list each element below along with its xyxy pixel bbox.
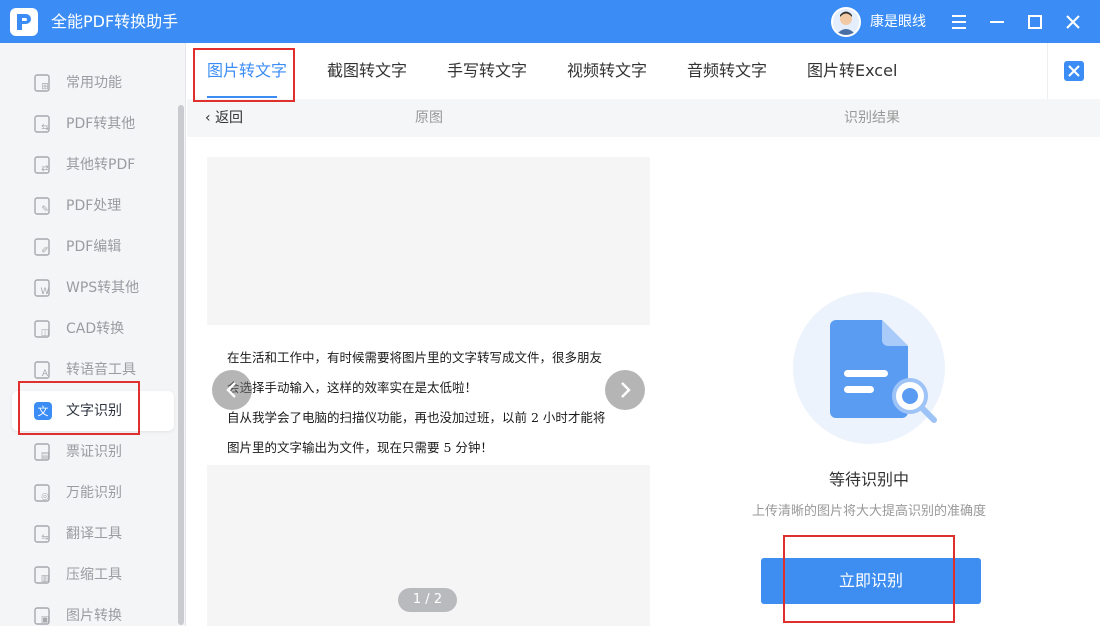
- other-to-pdf-icon: ⇄: [33, 155, 53, 175]
- username[interactable]: 康是眼线: [870, 13, 926, 31]
- original-text-line: 在生活和工作中，有时候需要将图片里的文字转写成文件，很多朋友: [227, 350, 603, 365]
- tab-audio-to-text[interactable]: 音频转文字: [687, 59, 767, 83]
- next-image-button[interactable]: [605, 370, 645, 410]
- sidebar-item-label: 常用功能: [66, 75, 122, 91]
- svg-text:✎: ✎: [41, 205, 49, 215]
- svg-text:⇄: ⇄: [41, 164, 49, 174]
- text-to-speech-icon: A: [33, 360, 53, 380]
- sidebar-item-label: 其他转PDF: [66, 157, 136, 173]
- highlight-box: [18, 381, 140, 435]
- sidebar-item[interactable]: ▤ 票证识别: [12, 432, 174, 472]
- chevron-left-icon: [226, 382, 236, 398]
- sidebar-item[interactable]: ✐ PDF编辑: [12, 227, 174, 267]
- user-avatar[interactable]: [831, 7, 861, 37]
- common-functions-icon: ⊞: [33, 73, 53, 93]
- svg-text:A: A: [42, 369, 49, 379]
- sidebar-item-label: 票证识别: [66, 444, 122, 460]
- sidebar-item[interactable]: ⇆ PDF转其他: [12, 104, 174, 144]
- ticket-recognition-icon: ▤: [33, 442, 53, 462]
- sidebar-item[interactable]: ◫ CAD转换: [12, 309, 174, 349]
- page-indicator: 1 / 2: [398, 588, 457, 612]
- svg-text:▥: ▥: [41, 574, 50, 584]
- svg-text:◫: ◫: [41, 328, 50, 338]
- back-button[interactable]: ‹ 返回: [205, 109, 243, 127]
- tab-image-to-excel[interactable]: 图片转Excel: [807, 59, 897, 83]
- minimize-icon[interactable]: [984, 9, 1010, 35]
- highlight-box: [783, 535, 955, 623]
- compress-tool-icon: ▥: [33, 565, 53, 585]
- tab-handwriting-to-text[interactable]: 手写转文字: [447, 59, 527, 83]
- title-bar: 全能PDF转换助手 康是眼线: [0, 0, 1100, 43]
- subheader: [187, 99, 1100, 137]
- pdf-process-icon: ✎: [33, 196, 53, 216]
- svg-text:⇋: ⇋: [41, 533, 49, 543]
- sidebar-item-label: PDF处理: [66, 198, 122, 214]
- app-title: 全能PDF转换助手: [51, 12, 179, 31]
- original-text-line: 自从我学会了电脑的扫描仪功能，再也没加过班，以前 2 小时才能将: [227, 410, 606, 425]
- original-image-label: 原图: [415, 110, 443, 126]
- sidebar-item-label: CAD转换: [66, 321, 125, 337]
- sidebar-item-label: 万能识别: [66, 485, 122, 501]
- close-panel-icon[interactable]: [1064, 61, 1084, 81]
- sidebar-item[interactable]: ⊞ 常用功能: [12, 63, 174, 103]
- sidebar-item[interactable]: ⇋ 翻译工具: [12, 514, 174, 554]
- svg-text:W: W: [41, 287, 50, 297]
- sidebar-item[interactable]: ▥ 压缩工具: [12, 555, 174, 595]
- menu-icon[interactable]: [946, 9, 972, 35]
- status-hint: 上传清晰的图片将大大提高识别的准确度: [751, 504, 986, 519]
- sidebar-item[interactable]: ✎ PDF处理: [12, 186, 174, 226]
- prev-image-button[interactable]: [212, 370, 252, 410]
- sidebar-item-label: WPS转其他: [66, 280, 140, 296]
- back-label: 返回: [215, 110, 244, 126]
- wps-convert-icon: W: [33, 278, 53, 298]
- app-logo-icon: [10, 8, 38, 36]
- svg-text:◎: ◎: [41, 492, 49, 502]
- sidebar-scrollbar[interactable]: [178, 105, 184, 625]
- status-title: 等待识别中: [828, 470, 909, 489]
- sidebar-item[interactable]: ▣ 图片转换: [12, 596, 174, 626]
- sidebar-item-label: 转语音工具: [66, 362, 136, 378]
- pdf-convert-other-icon: ⇆: [33, 114, 53, 134]
- sidebar-item[interactable]: ⇄ 其他转PDF: [12, 145, 174, 185]
- tab-screenshot-to-text[interactable]: 截图转文字: [327, 59, 407, 83]
- chevron-right-icon: [621, 382, 631, 398]
- result-label: 识别结果: [844, 110, 900, 126]
- sidebar-item-label: PDF编辑: [66, 239, 122, 255]
- pdf-edit-icon: ✐: [33, 237, 53, 257]
- sidebar-item-label: PDF转其他: [66, 116, 136, 132]
- translate-tool-icon: ⇋: [33, 524, 53, 544]
- sidebar-item-label: 图片转换: [66, 608, 122, 624]
- tab-video-to-text[interactable]: 视频转文字: [567, 59, 647, 83]
- svg-text:✐: ✐: [41, 246, 49, 256]
- svg-text:⊞: ⊞: [41, 82, 49, 92]
- sidebar-item[interactable]: ◎ 万能识别: [12, 473, 174, 513]
- divider: [1047, 43, 1048, 99]
- highlight-box: [193, 48, 295, 102]
- sidebar-item-label: 翻译工具: [66, 526, 122, 542]
- cad-convert-icon: ◫: [33, 319, 53, 339]
- maximize-icon[interactable]: [1022, 9, 1048, 35]
- chevron-left-icon: ‹: [205, 110, 211, 126]
- svg-text:▤: ▤: [41, 451, 50, 461]
- original-text-line: 图片里的文字输出为文件，现在只需要 5 分钟！: [227, 440, 493, 455]
- sidebar-item[interactable]: W WPS转其他: [12, 268, 174, 308]
- svg-text:▣: ▣: [41, 615, 50, 625]
- universal-recognition-icon: ◎: [33, 483, 53, 503]
- document-search-icon: [830, 320, 937, 423]
- sidebar-item-label: 压缩工具: [66, 567, 122, 583]
- image-convert-icon: ▣: [33, 606, 53, 626]
- svg-text:⇆: ⇆: [41, 123, 49, 133]
- original-text-line: 会选择手动输入，这样的效率实在是太低啦！: [227, 380, 478, 395]
- close-icon[interactable]: [1060, 9, 1086, 35]
